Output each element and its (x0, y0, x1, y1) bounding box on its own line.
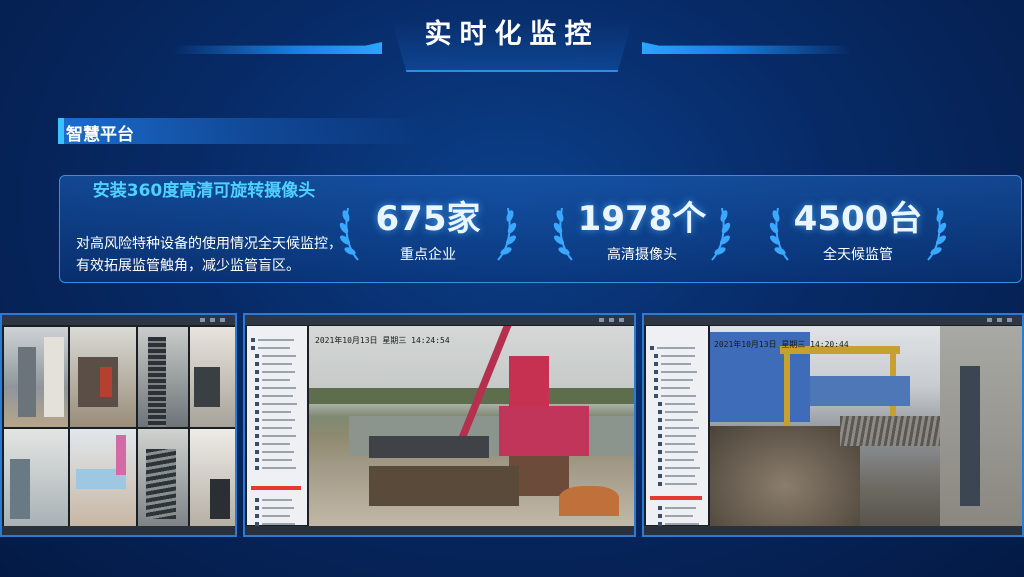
monitor-toolbar (2, 526, 235, 535)
monitor-toolbar (245, 526, 634, 535)
section-title: 智慧平台 (66, 125, 134, 145)
camera-feed-crane[interactable] (309, 326, 634, 527)
stat-label: 高清摄像头 (607, 247, 677, 263)
stat-value: 1978个 (577, 199, 707, 239)
panel-description: 对高风险特种设备的使用情况全天候监控，有效拓展监管触角，减少监管盲区。 (76, 236, 342, 274)
camera-feed[interactable] (4, 429, 68, 529)
camera-feed[interactable] (138, 429, 188, 529)
stat-monitoring: 4500台 全天候监管 (768, 198, 948, 268)
camera-feed[interactable] (70, 429, 136, 529)
stat-label: 重点企业 (400, 247, 456, 263)
stat-value: 675家 (375, 199, 481, 239)
monitor-yard[interactable]: 2021年10月13日 星期三 14:20:44 (642, 313, 1024, 537)
tree-selected-item[interactable] (650, 496, 702, 500)
device-tree[interactable] (646, 326, 708, 526)
camera-feed[interactable] (138, 327, 188, 427)
laurel-left-icon (553, 207, 573, 261)
page-title: 实时化监控 (424, 19, 600, 50)
monitor-titlebar (2, 315, 235, 325)
laurel-right-icon (711, 207, 731, 261)
laurel-left-icon (339, 207, 359, 261)
stat-label: 全天候监管 (823, 247, 893, 263)
monitor-mall[interactable] (0, 313, 237, 537)
camera-feed[interactable] (190, 429, 235, 529)
monitor-titlebar (644, 315, 1022, 325)
monitor-titlebar (245, 315, 634, 325)
laurel-right-icon (497, 207, 517, 261)
tree-selected-item[interactable] (251, 486, 301, 490)
title-decoration-left (172, 42, 382, 54)
laurel-left-icon (769, 207, 789, 261)
laurel-right-icon (927, 207, 947, 261)
timestamp-overlay: 2021年10月13日 星期三 14:20:44 (714, 340, 849, 349)
stat-enterprises: 675家 重点企业 (338, 198, 518, 268)
camera-feed[interactable] (70, 327, 136, 427)
stat-cameras: 1978个 高清摄像头 (552, 198, 732, 268)
monitor-crane[interactable]: 2021年10月13日 星期三 14:24:54 (243, 313, 636, 537)
stat-value: 4500台 (793, 199, 923, 239)
camera-feed-yard[interactable] (710, 326, 1022, 527)
device-tree[interactable] (247, 326, 307, 526)
timestamp-overlay: 2021年10月13日 星期三 14:24:54 (315, 336, 450, 345)
camera-feed[interactable] (4, 327, 68, 427)
panel-heading: 安装360度高清可旋转摄像头 (92, 181, 316, 201)
camera-feed[interactable] (190, 327, 235, 427)
title-decoration-right (642, 42, 852, 54)
monitor-toolbar (644, 526, 1022, 535)
